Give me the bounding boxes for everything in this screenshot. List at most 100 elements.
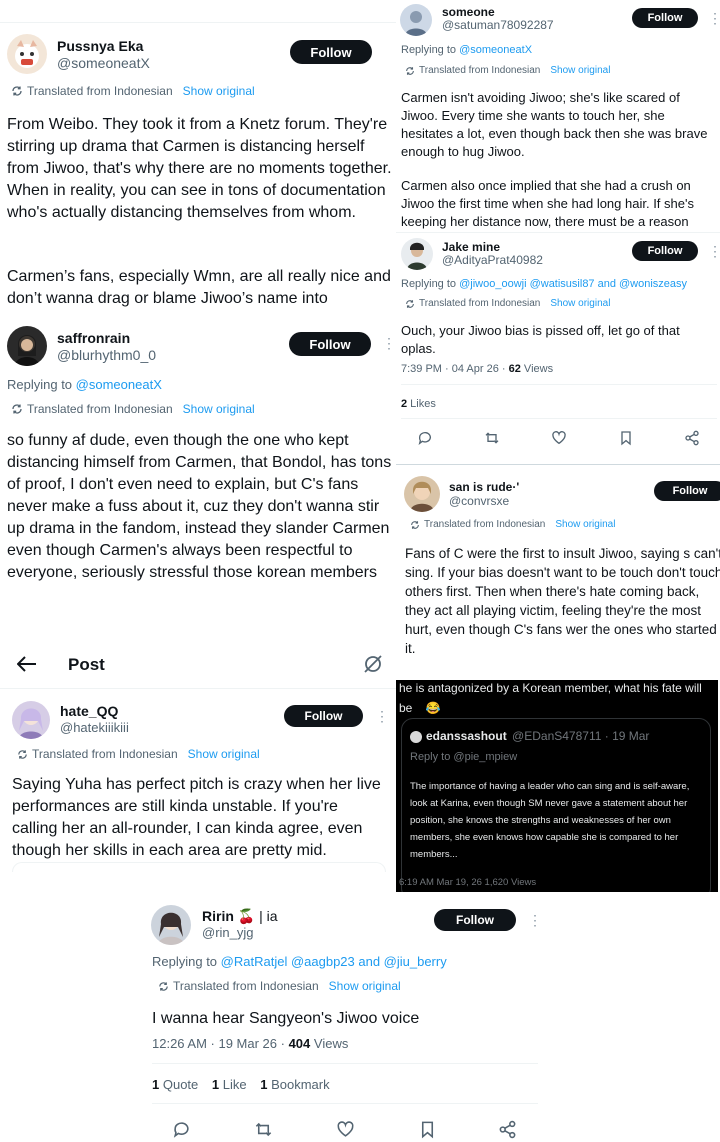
back-arrow-icon[interactable] xyxy=(17,656,37,672)
more-icon[interactable]: ⋮ xyxy=(375,709,389,723)
author-handle[interactable]: @rin_yjg xyxy=(202,925,254,940)
author-name[interactable]: hate_QQ xyxy=(60,703,118,719)
follow-button[interactable]: Follow xyxy=(654,481,720,501)
action-bar xyxy=(140,1120,580,1140)
show-original-link[interactable]: Show original xyxy=(550,298,610,309)
quote-stat[interactable]: 1 Quote xyxy=(152,1077,198,1092)
avatar[interactable] xyxy=(7,326,47,366)
views-count: 62 xyxy=(508,363,521,375)
translate-icon xyxy=(158,981,169,992)
quoted-tweet[interactable]: edanssashout @EDanS478711 · 19 Mar Reply… xyxy=(401,718,711,892)
author-handle[interactable]: @convrsxe xyxy=(449,494,509,508)
show-original-link[interactable]: Show original xyxy=(183,84,255,98)
replying-to-link[interactable]: @jiwoo_oowji @watisusil87 and @woniszeas… xyxy=(459,278,687,290)
author-name[interactable]: Jake mine xyxy=(442,240,500,254)
quoted-avatar xyxy=(410,731,422,743)
reply-icon[interactable] xyxy=(417,430,433,446)
views-label: Views xyxy=(520,363,554,375)
author-handle[interactable]: @satuman78092287 xyxy=(442,18,554,32)
author-name-text: san is rude xyxy=(449,480,513,494)
more-icon[interactable]: ⋮ xyxy=(708,11,720,25)
retweet-icon[interactable] xyxy=(484,430,500,446)
more-icon[interactable]: ⋮ xyxy=(708,244,720,258)
tweet-text: Ouch, your Jiwoo bias is pissed off, let… xyxy=(401,323,680,356)
show-original-link[interactable]: Show original xyxy=(329,979,401,993)
replying-to: Replying to @someoneatX xyxy=(7,377,162,392)
tweet-card-ririn: Ririn 🍒 | ia @rin_yjg Follow ⋮ Replying … xyxy=(140,893,580,1142)
avatar[interactable] xyxy=(404,476,440,512)
likes-label: Likes xyxy=(407,398,436,410)
dark-tweet-text-content: he is antagonized by a Korean member, wh… xyxy=(399,681,702,715)
more-icon[interactable]: ⋮ xyxy=(528,913,542,927)
more-icon[interactable]: ⋮ xyxy=(382,336,396,350)
translation-notice: Translated from Indonesian Show original xyxy=(405,298,610,309)
follow-button[interactable]: Follow xyxy=(632,8,698,28)
avatar[interactable] xyxy=(151,905,191,945)
follow-button[interactable]: Follow xyxy=(284,705,363,727)
translation-notice: Translated from Indonesian Show original xyxy=(158,979,401,993)
translate-icon xyxy=(405,299,415,309)
tweet-text: Fans of C were the first to insult Jiwoo… xyxy=(405,546,720,656)
avatar[interactable] xyxy=(401,238,433,270)
show-original-link[interactable]: Show original xyxy=(183,402,255,416)
bookmark-icon[interactable] xyxy=(418,1120,437,1139)
translation-notice: Translated from Indonesian Show original xyxy=(410,519,615,530)
bookmark-stat[interactable]: 1 Bookmark xyxy=(260,1077,329,1092)
author-handle[interactable]: @hatekiiikiii xyxy=(60,720,129,735)
timestamp[interactable]: 7:39 PM · 04 Apr 26 · xyxy=(401,363,509,375)
avatar[interactable] xyxy=(12,701,50,739)
follow-button[interactable]: Follow xyxy=(632,241,698,261)
grok-icon[interactable] xyxy=(363,654,383,674)
replying-prefix: Replying to xyxy=(152,954,218,969)
reply-icon[interactable] xyxy=(172,1120,191,1139)
follow-button[interactable]: Follow xyxy=(434,909,516,931)
timestamp[interactable]: 12:26 AM · 19 Mar 26 · xyxy=(152,1036,289,1051)
quoted-handle-date: @EDanS478711 · 19 Mar xyxy=(512,729,650,743)
replying-to-link[interactable]: @someoneatX xyxy=(459,44,532,56)
author-name[interactable]: Pussnya Eka xyxy=(57,38,143,54)
share-icon[interactable] xyxy=(684,430,700,446)
author-name[interactable]: saffronrain xyxy=(57,330,130,346)
avatar[interactable] xyxy=(7,34,47,74)
author-handle[interactable]: @blurhythm0_0 xyxy=(57,347,156,363)
divider xyxy=(401,384,717,385)
show-original-link[interactable]: Show original xyxy=(555,519,615,530)
quoted-author: edanssashout @EDanS478711 · 19 Mar xyxy=(426,729,649,743)
author-name[interactable]: someone xyxy=(442,5,495,19)
engagement-stats: 1 Quote 1 Like 1 Bookmark xyxy=(152,1077,330,1092)
like-label: Like xyxy=(219,1077,247,1092)
replying-to-link[interactable]: @someoneatX xyxy=(76,377,162,392)
replying-to-link[interactable]: @RatRatjel @aagbp23 and @jiu_berry xyxy=(221,954,447,969)
follow-button[interactable]: Follow xyxy=(290,40,372,64)
like-icon[interactable] xyxy=(336,1120,355,1139)
translation-notice: Translated from Indonesian Show original xyxy=(11,402,255,416)
follow-button[interactable]: Follow xyxy=(289,332,371,356)
tweet-meta: 7:39 PM · 04 Apr 26 · 62 Views xyxy=(401,363,553,375)
author-handle[interactable]: @AdityaPrat40982 xyxy=(442,253,543,267)
dark-quote-card: he is antagonized by a Korean member, wh… xyxy=(396,680,718,892)
likes-stat[interactable]: 2 Likes xyxy=(401,398,436,410)
tweet-card-sanisrude: san is rude·' @convrsxe Follow Translate… xyxy=(396,464,720,680)
replying-to: Replying to @someoneatX xyxy=(401,44,532,56)
like-icon[interactable] xyxy=(551,430,567,446)
bookmark-icon[interactable] xyxy=(618,430,634,446)
card-edge xyxy=(12,862,386,872)
translated-label: Translated from Indonesian xyxy=(419,65,541,76)
like-stat[interactable]: 1 Like xyxy=(212,1077,247,1092)
tweet-card-saffronrain: saffronrain @blurhythm0_0 Follow ⋮ Reply… xyxy=(0,316,396,646)
nav-title: Post xyxy=(68,655,105,674)
author-handle[interactable]: @someoneatX xyxy=(57,55,150,71)
post-view-hateqq: Post hate_QQ @hatekiiikiii Follow ⋮ Tran… xyxy=(0,646,396,872)
avatar[interactable] xyxy=(400,4,432,36)
translation-notice: Translated from Indonesian Show original xyxy=(11,84,255,98)
share-icon[interactable] xyxy=(498,1120,517,1139)
author-name[interactable]: san is rude·' xyxy=(449,480,519,494)
quote-label: Quote xyxy=(159,1077,199,1092)
show-original-link[interactable]: Show original xyxy=(188,747,260,761)
cherry-emoji: 🍒 xyxy=(237,908,256,924)
retweet-icon[interactable] xyxy=(254,1120,273,1139)
author-name[interactable]: Ririn 🍒 | ia xyxy=(202,908,278,925)
laughing-emoji: 😂 xyxy=(425,701,441,715)
top-divider xyxy=(0,22,396,23)
show-original-link[interactable]: Show original xyxy=(550,65,610,76)
